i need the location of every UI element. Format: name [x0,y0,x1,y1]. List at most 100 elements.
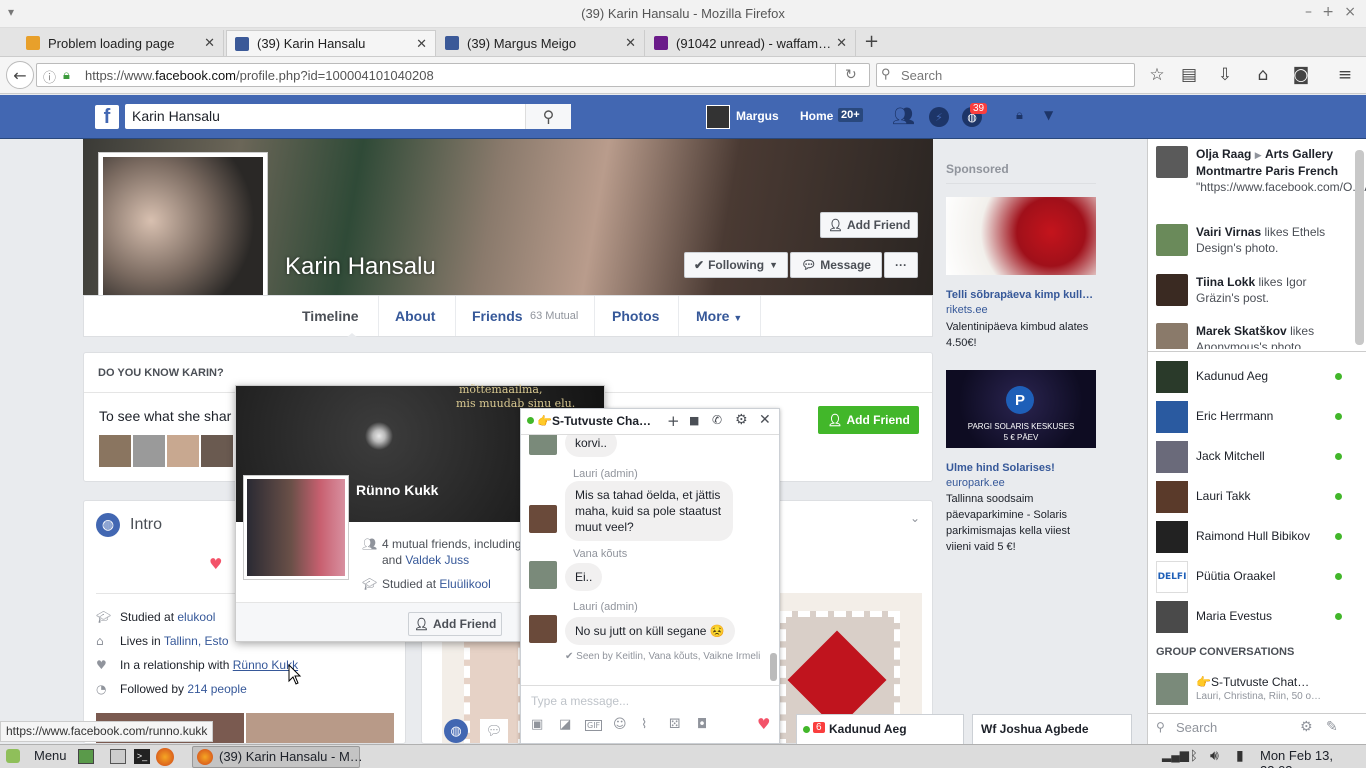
chat-bubbles-icon[interactable]: 💬︎ [480,719,508,743]
sender-avatar[interactable] [529,561,557,589]
chat-input[interactable]: Type a message... [531,694,629,708]
gear-icon[interactable]: ⚙ [735,412,748,428]
account-menu-chevron-icon[interactable]: ▼ [1044,108,1053,122]
file-manager-icon[interactable] [110,749,126,764]
close-chat-icon[interactable]: ✕ [759,412,771,428]
browser-search-input[interactable]: ⚲ Search [876,63,1135,87]
attach-icon[interactable]: ⌇ [641,717,647,732]
tab-photos[interactable]: Photos [612,308,659,324]
add-people-icon[interactable]: + [667,412,680,430]
menu-button[interactable]: Menu [34,748,67,763]
tab-margus-meigo[interactable]: (39) Margus Meigo ✕ [437,30,645,56]
chat-header[interactable]: 👉S-Tutvuste Cha… + ■ ✆ ⚙ ✕ [521,409,779,435]
friend-requests-icon[interactable]: 👥︎ [892,106,915,127]
emoji-icon[interactable]: ☺ [613,717,627,732]
maximize-icon[interactable]: + [1322,4,1334,20]
game-icon[interactable]: ⚄ [669,717,680,732]
contact-item[interactable]: Jack Mitchell [1156,441,1356,473]
search-icon[interactable]: ⚲ [525,104,571,129]
facebook-search-input[interactable]: Karin Hansalu ⚲ [125,104,571,129]
clock[interactable]: Mon Feb 13, 23:03 [1260,748,1366,768]
tab-yahoo-mail[interactable]: (91042 unread) - waffam… ✕ [646,30,856,56]
ad-image-flowers[interactable] [946,197,1096,275]
close-tab-icon[interactable]: ✕ [416,36,427,52]
profile-name[interactable]: Karin Hansalu [285,253,436,281]
heart-reaction-icon[interactable]: ♥ [757,715,770,733]
intro-photo[interactable] [246,713,394,743]
download-icon[interactable]: ⇩ [1212,63,1238,87]
school-link[interactable]: elukool [177,610,215,624]
chat-search-input[interactable]: ⚲ Search ⚙ ✎ [1148,713,1366,744]
bluetooth-icon[interactable]: ᛒ [1190,748,1198,763]
mutual-friend-avatar[interactable] [99,435,131,467]
hovercard-add-friend-button[interactable]: 👤︎ Add Friend [408,612,502,636]
contact-item[interactable]: Raimond Hull Bibikov [1156,521,1356,553]
chat-scrollbar[interactable] [770,653,777,681]
chevron-down-icon[interactable]: ⌄ [910,511,920,525]
sender-avatar[interactable] [529,505,557,533]
more-options-button[interactable]: ··· [884,252,918,278]
ad-domain[interactable]: europark.ee [946,477,1005,489]
following-button[interactable]: ✔ Following ▼ [684,252,788,278]
terminal-icon[interactable]: >_ [134,749,150,764]
gif-icon[interactable]: GIF [585,720,603,731]
chat-tab-kadunud-aeg[interactable]: 6 Kadunud Aeg [796,714,964,744]
user-avatar[interactable] [706,105,730,129]
reload-icon[interactable]: ↻ [845,66,857,83]
contact-item[interactable]: DELFI Püütia Oraakel [1156,561,1356,593]
reader-list-icon[interactable]: ▤ [1176,63,1202,87]
sender-avatar[interactable] [529,615,557,643]
cover-add-friend-button[interactable]: 👤︎ Add Friend [820,212,918,238]
contact-item[interactable]: Kadunud Aeg [1156,361,1356,393]
message-button[interactable]: 💬︎ Message [790,252,882,278]
camera-icon[interactable]: ◘ [697,717,707,732]
bookmark-star-icon[interactable]: ☆ [1144,63,1170,87]
close-tab-icon[interactable]: ✕ [625,35,636,51]
city-link[interactable]: Tallinn, Esto [164,634,229,648]
user-name-link[interactable]: Margus [736,109,779,123]
contact-item[interactable]: Lauri Takk [1156,481,1356,513]
group-conversation-item[interactable]: 👉S-Tutvuste Chat… Lauri, Christina, Riin… [1156,673,1356,705]
mutual-friend-avatar[interactable] [167,435,199,467]
info-icon[interactable]: ⓘ [43,67,56,86]
photo-icon[interactable]: ▣ [531,717,543,732]
network-signal-icon[interactable]: ▂▄▆ [1162,748,1189,762]
close-window-icon[interactable]: × [1344,4,1356,20]
chat-tab-joshua[interactable]: Wf Joshua Agbede [972,714,1132,744]
url-bar[interactable]: ⓘ 🔒︎ https://www.facebook.com/profile.ph… [36,63,870,87]
know-add-friend-button[interactable]: 👤︎ Add Friend [818,406,919,434]
contact-item[interactable]: Maria Evestus [1156,601,1356,633]
home-link[interactable]: Home [800,109,833,123]
close-tab-icon[interactable]: ✕ [204,35,215,51]
mutual-friend-avatar[interactable] [133,435,165,467]
sticker-icon[interactable]: ◪ [559,717,571,732]
tab-about[interactable]: About [395,308,435,324]
taskbar-window-button[interactable]: (39) Karin Hansalu - M… [192,746,363,768]
battery-icon[interactable]: ▮ [1236,747,1244,764]
facebook-logo-icon[interactable]: f [95,105,119,129]
ad-image-solaris[interactable]: P PARGI SOLARIS KESKUSES 5 € PÄEV [946,370,1096,448]
ad-title[interactable]: Telli sõbrapäeva kimp kull… [946,289,1093,301]
tab-friends[interactable]: Friends [472,308,523,324]
privacy-shortcuts-icon[interactable]: 🔒︎ [1016,108,1023,123]
phone-icon[interactable]: ✆ [712,413,722,427]
globe-icon[interactable]: ◍ [444,719,468,743]
hovercard-avatar[interactable] [243,475,349,580]
mint-logo-icon[interactable] [6,749,20,763]
volume-icon[interactable]: 🔊︎ [1210,747,1219,764]
compose-icon[interactable]: ✎ [1326,719,1338,735]
tab-timeline[interactable]: Timeline [302,308,359,324]
chat-title[interactable]: 👉S-Tutvuste Cha… [537,414,651,428]
mutual-friend-link[interactable]: Valdek Juss [405,553,469,567]
page-scrollbar[interactable] [1355,150,1364,345]
messenger-icon[interactable]: ⚡ [929,107,949,127]
ad-title[interactable]: Ulme hind Solarises! [946,462,1055,474]
gear-icon[interactable]: ⚙ [1300,719,1313,735]
tab-problem-loading[interactable]: Problem loading page ✕ [18,30,224,56]
show-desktop-icon[interactable] [78,749,94,764]
new-tab-icon[interactable]: + [864,31,879,52]
contact-item[interactable]: Eric Herrmann [1156,401,1356,433]
back-icon[interactable]: ← [6,61,34,89]
home-icon[interactable]: ⌂ [1250,63,1276,87]
sender-avatar[interactable] [529,435,557,455]
